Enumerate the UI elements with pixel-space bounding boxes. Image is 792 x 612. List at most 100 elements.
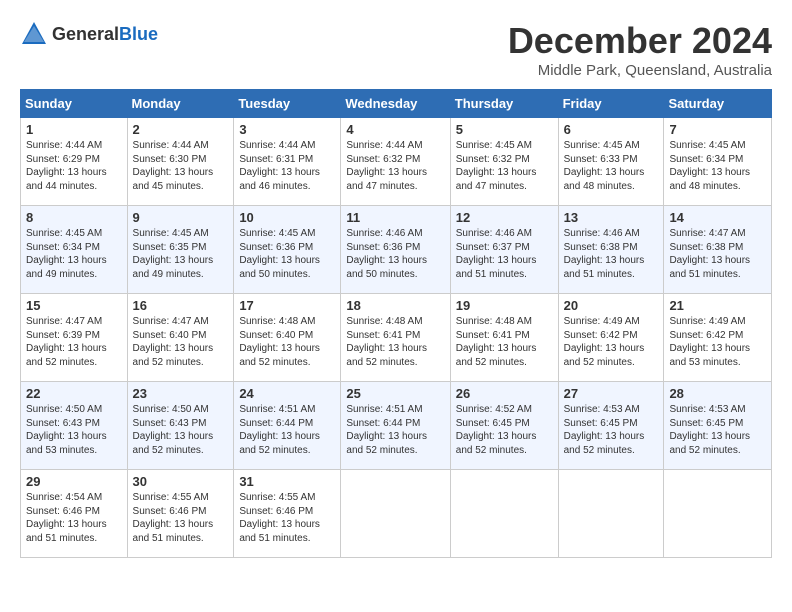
calendar-cell: 14 Sunrise: 4:47 AM Sunset: 6:38 PM Dayli…: [664, 206, 772, 294]
header-friday: Friday: [558, 90, 664, 118]
calendar-cell: 27 Sunrise: 4:53 AM Sunset: 6:45 PM Dayli…: [558, 382, 664, 470]
day-number: 27: [564, 386, 659, 401]
calendar-week-2: 8Sunrise: 4:45 AM Sunset: 6:34 PM Daylig…: [21, 206, 772, 294]
day-content: Sunrise: 4:44 AM Sunset: 6:32 PM Dayligh…: [346, 139, 444, 193]
calendar-cell: 6Sunrise: 4:45 AM Sunset: 6:33 PM Daylig…: [558, 118, 664, 206]
day-number: 4: [346, 122, 444, 137]
day-number: 11: [346, 210, 444, 225]
title-section: December 2024 Middle Park, Queensland, A…: [508, 20, 772, 79]
day-number: 13: [564, 210, 659, 225]
calendar-cell: 2Sunrise: 4:44 AM Sunset: 6:30 PM Daylig…: [127, 118, 234, 206]
calendar-cell: 24 Sunrise: 4:51 AM Sunset: 6:44 PM Dayli…: [234, 382, 341, 470]
day-content: Sunrise: 4:46 AM Sunset: 6:38 PM Dayligh…: [564, 227, 659, 281]
day-content: Sunrise: 4:50 AM Sunset: 6:43 PM Dayligh…: [26, 403, 122, 457]
calendar-cell: 7Sunrise: 4:45 AM Sunset: 6:34 PM Daylig…: [664, 118, 772, 206]
logo-blue: Blue: [119, 24, 158, 44]
calendar-cell: 5 Sunrise: 4:45 AM Sunset: 6:32 PM Daylig…: [450, 118, 558, 206]
calendar-cell: 18 Sunrise: 4:48 AM Sunset: 6:41 PM Dayli…: [341, 294, 450, 382]
day-content: Sunrise: 4:55 AM Sunset: 6:46 PM Dayligh…: [133, 491, 229, 545]
calendar-cell: 31 Sunrise: 4:55 AM Sunset: 6:46 PM Dayli…: [234, 470, 341, 558]
calendar-cell: 21 Sunrise: 4:49 AM Sunset: 6:42 PM Dayli…: [664, 294, 772, 382]
day-number: 19: [456, 298, 553, 313]
day-number: 8: [26, 210, 122, 225]
calendar-cell: 3 Sunrise: 4:44 AM Sunset: 6:31 PM Daylig…: [234, 118, 341, 206]
day-number: 15: [26, 298, 122, 313]
calendar-cell: 8Sunrise: 4:45 AM Sunset: 6:34 PM Daylig…: [21, 206, 128, 294]
calendar-cell: 16Sunrise: 4:47 AM Sunset: 6:40 PM Dayli…: [127, 294, 234, 382]
day-content: Sunrise: 4:53 AM Sunset: 6:45 PM Dayligh…: [564, 403, 659, 457]
calendar-cell: 9Sunrise: 4:45 AM Sunset: 6:35 PM Daylig…: [127, 206, 234, 294]
day-content: Sunrise: 4:49 AM Sunset: 6:42 PM Dayligh…: [564, 315, 659, 369]
day-content: Sunrise: 4:53 AM Sunset: 6:45 PM Dayligh…: [669, 403, 766, 457]
calendar-week-5: 29 Sunrise: 4:54 AM Sunset: 6:46 PM Dayli…: [21, 470, 772, 558]
day-number: 14: [669, 210, 766, 225]
day-content: Sunrise: 4:49 AM Sunset: 6:42 PM Dayligh…: [669, 315, 766, 369]
calendar-cell: 19 Sunrise: 4:48 AM Sunset: 6:41 PM Dayli…: [450, 294, 558, 382]
day-number: 20: [564, 298, 659, 313]
day-number: 2: [133, 122, 229, 137]
calendar-cell: 4 Sunrise: 4:44 AM Sunset: 6:32 PM Daylig…: [341, 118, 450, 206]
calendar-cell: [450, 470, 558, 558]
calendar-cell: [558, 470, 664, 558]
day-content: Sunrise: 4:44 AM Sunset: 6:31 PM Dayligh…: [239, 139, 335, 193]
day-number: 12: [456, 210, 553, 225]
header-sunday: Sunday: [21, 90, 128, 118]
day-number: 29: [26, 474, 122, 489]
day-number: 24: [239, 386, 335, 401]
day-content: Sunrise: 4:46 AM Sunset: 6:36 PM Dayligh…: [346, 227, 444, 281]
day-number: 3: [239, 122, 335, 137]
day-content: Sunrise: 4:51 AM Sunset: 6:44 PM Dayligh…: [239, 403, 335, 457]
calendar-cell: 20 Sunrise: 4:49 AM Sunset: 6:42 PM Dayli…: [558, 294, 664, 382]
day-content: Sunrise: 4:47 AM Sunset: 6:38 PM Dayligh…: [669, 227, 766, 281]
calendar-cell: 23 Sunrise: 4:50 AM Sunset: 6:43 PM Dayli…: [127, 382, 234, 470]
calendar-week-4: 22Sunrise: 4:50 AM Sunset: 6:43 PM Dayli…: [21, 382, 772, 470]
day-content: Sunrise: 4:54 AM Sunset: 6:46 PM Dayligh…: [26, 491, 122, 545]
calendar-cell: 26Sunrise: 4:52 AM Sunset: 6:45 PM Dayli…: [450, 382, 558, 470]
day-number: 28: [669, 386, 766, 401]
calendar-cell: 11 Sunrise: 4:46 AM Sunset: 6:36 PM Dayli…: [341, 206, 450, 294]
day-number: 10: [239, 210, 335, 225]
calendar-table: SundayMondayTuesdayWednesdayThursdayFrid…: [20, 89, 772, 558]
day-number: 18: [346, 298, 444, 313]
day-content: Sunrise: 4:55 AM Sunset: 6:46 PM Dayligh…: [239, 491, 335, 545]
day-number: 5: [456, 122, 553, 137]
day-content: Sunrise: 4:45 AM Sunset: 6:33 PM Dayligh…: [564, 139, 659, 193]
logo-general: General: [52, 24, 119, 44]
day-content: Sunrise: 4:48 AM Sunset: 6:41 PM Dayligh…: [456, 315, 553, 369]
day-content: Sunrise: 4:45 AM Sunset: 6:36 PM Dayligh…: [239, 227, 335, 281]
header-wednesday: Wednesday: [341, 90, 450, 118]
day-number: 25: [346, 386, 444, 401]
day-number: 23: [133, 386, 229, 401]
day-content: Sunrise: 4:47 AM Sunset: 6:40 PM Dayligh…: [133, 315, 229, 369]
calendar-cell: 13 Sunrise: 4:46 AM Sunset: 6:38 PM Dayli…: [558, 206, 664, 294]
calendar-week-3: 15 Sunrise: 4:47 AM Sunset: 6:39 PM Dayli…: [21, 294, 772, 382]
day-number: 21: [669, 298, 766, 313]
page-header: GeneralBlue December 2024 Middle Park, Q…: [20, 20, 772, 79]
calendar-cell: 1 Sunrise: 4:44 AM Sunset: 6:29 PM Daylig…: [21, 118, 128, 206]
month-title: December 2024: [508, 20, 772, 62]
header-thursday: Thursday: [450, 90, 558, 118]
day-content: Sunrise: 4:46 AM Sunset: 6:37 PM Dayligh…: [456, 227, 553, 281]
day-content: Sunrise: 4:47 AM Sunset: 6:39 PM Dayligh…: [26, 315, 122, 369]
calendar-cell: 15 Sunrise: 4:47 AM Sunset: 6:39 PM Dayli…: [21, 294, 128, 382]
header-monday: Monday: [127, 90, 234, 118]
calendar-cell: 29 Sunrise: 4:54 AM Sunset: 6:46 PM Dayli…: [21, 470, 128, 558]
day-content: Sunrise: 4:48 AM Sunset: 6:41 PM Dayligh…: [346, 315, 444, 369]
day-content: Sunrise: 4:52 AM Sunset: 6:45 PM Dayligh…: [456, 403, 553, 457]
day-content: Sunrise: 4:50 AM Sunset: 6:43 PM Dayligh…: [133, 403, 229, 457]
calendar-cell: [341, 470, 450, 558]
calendar-cell: 12 Sunrise: 4:46 AM Sunset: 6:37 PM Dayli…: [450, 206, 558, 294]
calendar-cell: 17Sunrise: 4:48 AM Sunset: 6:40 PM Dayli…: [234, 294, 341, 382]
day-number: 30: [133, 474, 229, 489]
logo-text: GeneralBlue: [52, 24, 158, 45]
header-saturday: Saturday: [664, 90, 772, 118]
day-number: 31: [239, 474, 335, 489]
logo-icon: [20, 20, 48, 48]
day-content: Sunrise: 4:45 AM Sunset: 6:32 PM Dayligh…: [456, 139, 553, 193]
day-number: 9: [133, 210, 229, 225]
day-content: Sunrise: 4:44 AM Sunset: 6:29 PM Dayligh…: [26, 139, 122, 193]
calendar-cell: 25Sunrise: 4:51 AM Sunset: 6:44 PM Dayli…: [341, 382, 450, 470]
calendar-header-row: SundayMondayTuesdayWednesdayThursdayFrid…: [21, 90, 772, 118]
calendar-cell: 28 Sunrise: 4:53 AM Sunset: 6:45 PM Dayli…: [664, 382, 772, 470]
day-number: 1: [26, 122, 122, 137]
